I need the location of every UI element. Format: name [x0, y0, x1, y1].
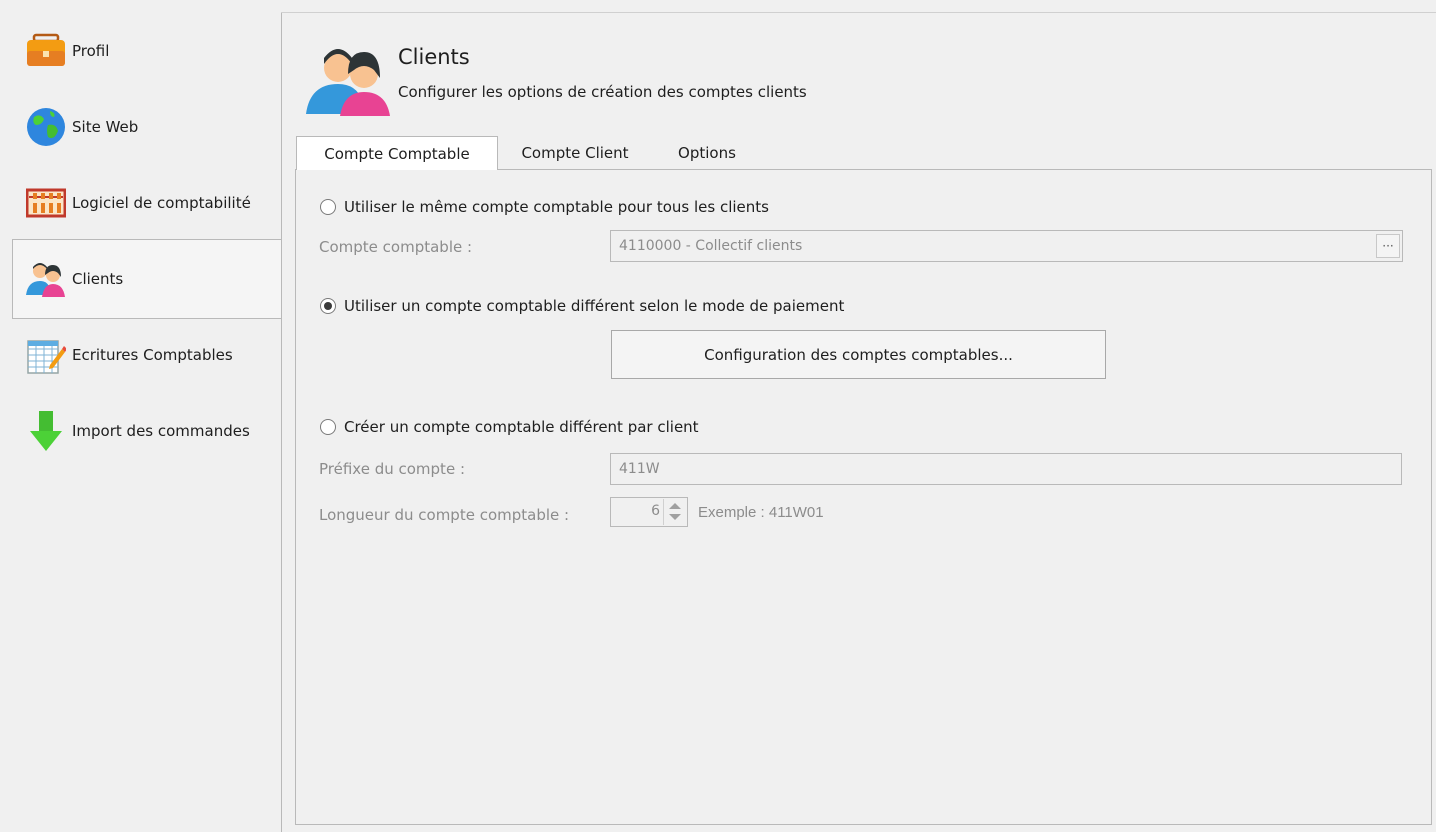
sidebar-item-site-web[interactable]: Site Web [26, 107, 138, 147]
sidebar-item-label: Logiciel de comptabilité [72, 194, 251, 212]
radio-label: Utiliser un compte comptable différent s… [344, 297, 845, 315]
radio-button[interactable] [320, 298, 336, 314]
radio-per-client-account[interactable]: Créer un compte comptable différent par … [320, 418, 699, 436]
prefix-field[interactable]: 411W [610, 453, 1402, 485]
length-stepper[interactable]: 6 [610, 497, 688, 527]
sidebar-item-clients[interactable]: Clients [26, 259, 123, 299]
sidebar-item-label: Ecritures Comptables [72, 346, 233, 364]
compte-comptable-label: Compte comptable : [319, 238, 473, 256]
tab-panel [295, 169, 1432, 825]
abacus-icon [25, 183, 67, 223]
radio-label: Utiliser le même compte comptable pour t… [344, 198, 769, 216]
sidebar-item-logiciel-comptabilite[interactable]: Logiciel de comptabilité [25, 183, 251, 223]
content-top-border [281, 12, 1436, 13]
sidebar-item-label: Import des commandes [72, 422, 250, 440]
tab-compte-client[interactable]: Compte Client [500, 136, 650, 170]
radio-label: Créer un compte comptable différent par … [344, 418, 699, 436]
length-value: 6 [651, 503, 660, 519]
length-example: Exemple : 411W01 [698, 504, 824, 521]
download-arrow-icon [26, 411, 66, 451]
sidebar-item-profil[interactable]: Profil [26, 31, 109, 71]
configure-accounts-button[interactable]: Configuration des comptes comptables... [611, 330, 1106, 379]
chevron-up-icon[interactable] [669, 503, 681, 509]
browse-ellipsis-button[interactable]: ··· [1376, 234, 1400, 258]
tab-options[interactable]: Options [654, 136, 760, 170]
sidebar-divider [281, 12, 282, 832]
radio-payment-mode-account[interactable]: Utiliser un compte comptable différent s… [320, 297, 844, 315]
length-label: Longueur du compte comptable : [319, 506, 570, 524]
stepper-arrows[interactable] [663, 499, 686, 525]
briefcase-icon [26, 31, 66, 71]
globe-icon [26, 107, 66, 147]
users-icon [26, 259, 66, 299]
radio-button[interactable] [320, 199, 336, 215]
sidebar-item-label: Site Web [72, 118, 139, 136]
compte-comptable-value: 4110000 - Collectif clients [619, 238, 803, 254]
page-subtitle: Configurer les options de création des c… [398, 83, 807, 101]
sidebar-item-label: Clients [72, 270, 124, 288]
radio-button[interactable] [320, 419, 336, 435]
sidebar: Profil Site Web Logiciel de comptabilité… [0, 0, 282, 832]
prefix-label: Préfixe du compte : [319, 460, 465, 478]
ledger-icon [26, 335, 67, 375]
chevron-down-icon[interactable] [669, 514, 681, 520]
tab-compte-comptable[interactable]: Compte Comptable [296, 136, 498, 170]
radio-same-account[interactable]: Utiliser le même compte comptable pour t… [320, 198, 769, 216]
sidebar-item-ecritures-comptables[interactable]: Ecritures Comptables [26, 335, 233, 375]
prefix-value: 411W [619, 461, 660, 477]
compte-comptable-field[interactable]: 4110000 - Collectif clients ··· [610, 230, 1403, 262]
page-title: Clients [398, 45, 470, 69]
clients-header-icon [304, 42, 394, 116]
sidebar-item-label: Profil [72, 42, 110, 60]
sidebar-item-import-commandes[interactable]: Import des commandes [26, 411, 250, 451]
